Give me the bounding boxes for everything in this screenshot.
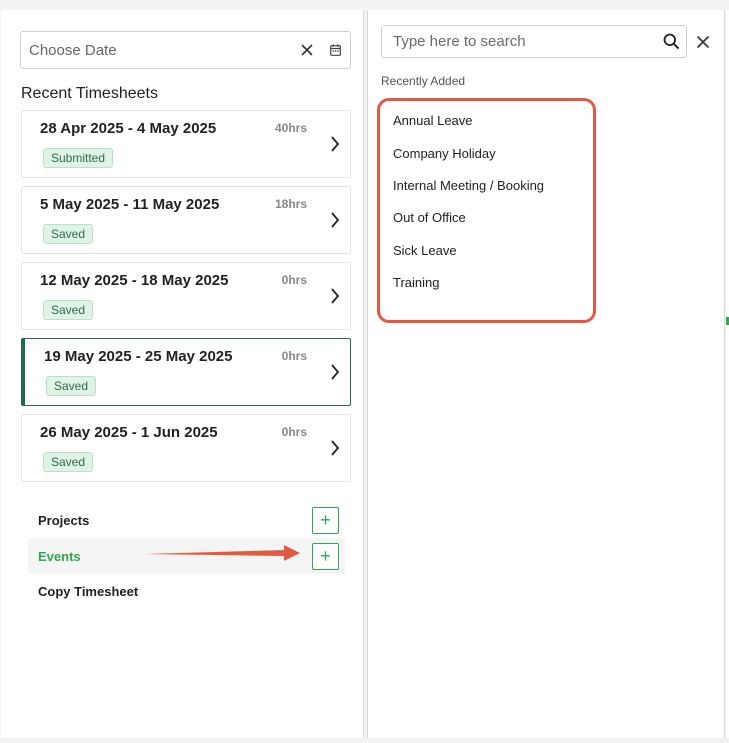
timesheet-card-selected[interactable]: 19 May 2025 - 25 May 2025 0hrs Saved [21,338,351,406]
annotation-arrow [144,545,300,561]
event-list-highlight: Annual Leave Company Holiday Internal Me… [377,98,596,323]
plus-icon: + [320,545,331,566]
chevron-right-icon [328,286,342,306]
event-item-internal-meeting[interactable]: Internal Meeting / Booking [393,178,544,193]
timesheet-hours: 40hrs [274,121,307,135]
timesheet-hours: 0hrs [281,349,307,363]
chevron-right-icon [328,134,342,154]
copy-timesheet-row[interactable]: Copy Timesheet [28,573,345,609]
close-icon[interactable] [693,30,713,54]
recently-added-label: Recently Added [381,74,466,88]
chevron-right-icon [328,210,342,230]
event-picker-panel: Type here to search Recently Added Annua… [367,10,725,738]
timesheet-sidebar: Choose Date Recent Timesheets 28 Apr 202… [1,10,364,738]
status-badge: Saved [43,452,94,472]
timesheet-card[interactable]: 28 Apr 2025 - 4 May 2025 40hrs Submitted [21,110,351,178]
timesheet-hours: 0hrs [281,273,307,287]
event-item-sick-leave[interactable]: Sick Leave [393,243,457,258]
chevron-right-icon [328,362,342,382]
date-picker-field[interactable]: Choose Date [20,31,351,69]
timesheet-card[interactable]: 12 May 2025 - 18 May 2025 0hrs Saved [21,262,351,330]
status-badge: Saved [46,376,97,396]
status-badge: Submitted [43,148,114,168]
projects-row: Projects + [28,502,345,538]
search-placeholder: Type here to search [393,33,526,50]
timesheet-card[interactable]: 26 May 2025 - 1 Jun 2025 0hrs Saved [21,414,351,482]
search-icon[interactable] [656,33,686,50]
timesheet-hours: 18hrs [274,197,307,211]
clear-date-icon[interactable] [296,40,318,61]
status-badge: Saved [43,224,94,244]
chevron-right-icon [328,438,342,458]
add-project-button[interactable]: + [312,506,339,534]
timesheet-card[interactable]: 5 May 2025 - 11 May 2025 18hrs Saved [21,186,351,254]
copy-timesheet-label: Copy Timesheet [38,583,139,599]
event-item-training[interactable]: Training [393,275,439,290]
timesheet-range: 28 Apr 2025 - 4 May 2025 [40,120,217,137]
calendar-icon[interactable] [324,39,346,61]
event-item-annual-leave[interactable]: Annual Leave [393,113,473,128]
timesheet-hours: 0hrs [281,425,307,439]
timesheet-range: 5 May 2025 - 11 May 2025 [40,196,220,213]
timesheet-range: 26 May 2025 - 1 Jun 2025 [40,424,218,441]
projects-label: Projects [38,512,90,528]
status-badge: Saved [43,300,94,320]
event-search-input[interactable]: Type here to search [381,25,687,58]
add-event-button[interactable]: + [312,542,339,570]
timesheet-range: 19 May 2025 - 25 May 2025 [44,348,233,365]
timesheet-range: 12 May 2025 - 18 May 2025 [40,272,229,289]
event-item-out-of-office[interactable]: Out of Office [393,210,466,225]
recent-timesheets-title: Recent Timesheets [21,85,158,102]
date-picker-placeholder: Choose Date [29,41,117,59]
event-item-company-holiday[interactable]: Company Holiday [393,146,496,161]
plus-icon: + [320,509,331,530]
